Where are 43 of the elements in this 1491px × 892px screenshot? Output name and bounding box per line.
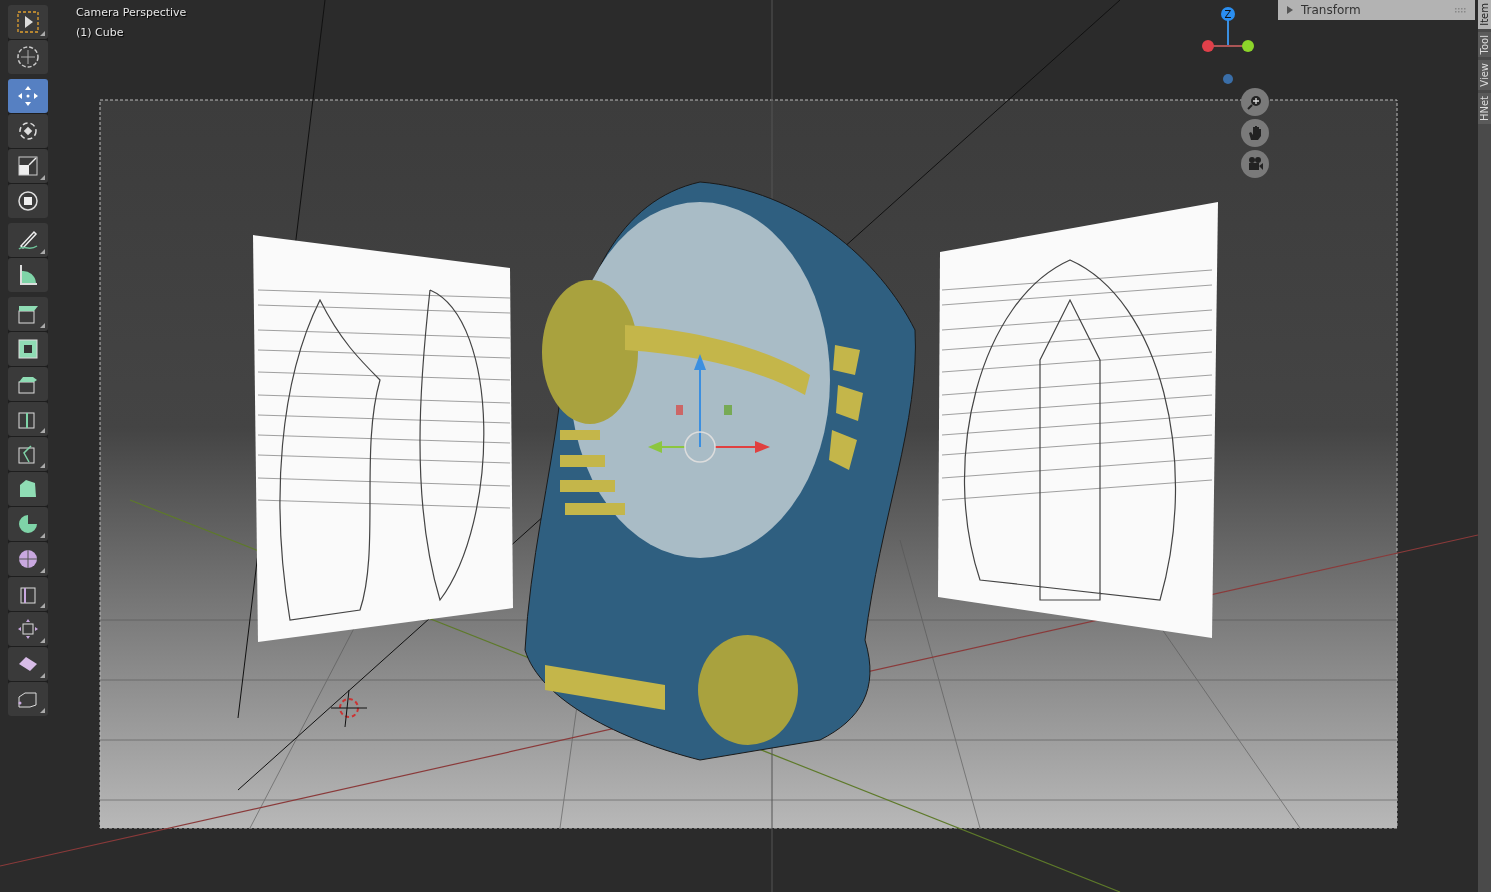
tool-button[interactable] [8, 149, 48, 183]
move-icon [16, 84, 40, 108]
tool-button[interactable] [8, 367, 48, 401]
annotate-icon [16, 228, 40, 252]
sidebar-tab[interactable]: Item [1478, 0, 1491, 29]
transform-panel-header[interactable]: Transform [1278, 0, 1475, 20]
spin-icon [16, 512, 40, 536]
tool-button[interactable] [8, 472, 48, 506]
tool-button[interactable] [8, 647, 48, 681]
tool-button[interactable] [8, 542, 48, 576]
tool-button[interactable] [8, 332, 48, 366]
cursor-icon [16, 45, 40, 69]
object-name: (1) Cube [76, 25, 125, 41]
view-name: Camera Perspective [76, 5, 187, 21]
tool-button[interactable] [8, 437, 48, 471]
sidebar-tab[interactable]: Tool [1478, 31, 1491, 58]
tool-button[interactable] [8, 114, 48, 148]
3d-cursor-icon [330, 689, 368, 728]
tool-button[interactable] [8, 402, 48, 436]
shrink-icon [16, 617, 40, 641]
3d-viewport[interactable]: Camera Perspective (1) Cube Z Transform [0, 0, 1478, 892]
tool-button[interactable] [8, 612, 48, 646]
scale-icon [16, 154, 40, 178]
select-box-icon [16, 10, 40, 34]
tool-button[interactable] [8, 297, 48, 331]
transform-icon [16, 189, 40, 213]
z-axis-label: Z [1224, 9, 1232, 20]
tool-button[interactable] [8, 507, 48, 541]
drag-handle-icon[interactable] [1455, 7, 1467, 13]
tool-button[interactable] [8, 258, 48, 292]
tool-button[interactable] [8, 184, 48, 218]
tool-button[interactable] [8, 40, 48, 74]
inset-icon [16, 337, 40, 361]
tool-button[interactable] [8, 5, 48, 39]
rotate-icon [16, 119, 40, 143]
sidebar-tab[interactable]: HNet [1478, 92, 1491, 124]
zoom-icon[interactable] [1241, 88, 1269, 116]
tool-button[interactable] [8, 577, 48, 611]
axis-gizmo[interactable] [1202, 7, 1254, 84]
smooth-icon [16, 547, 40, 571]
tool-button[interactable] [8, 682, 48, 716]
tool-button[interactable] [8, 223, 48, 257]
sidebar-tab[interactable]: View [1478, 60, 1491, 90]
